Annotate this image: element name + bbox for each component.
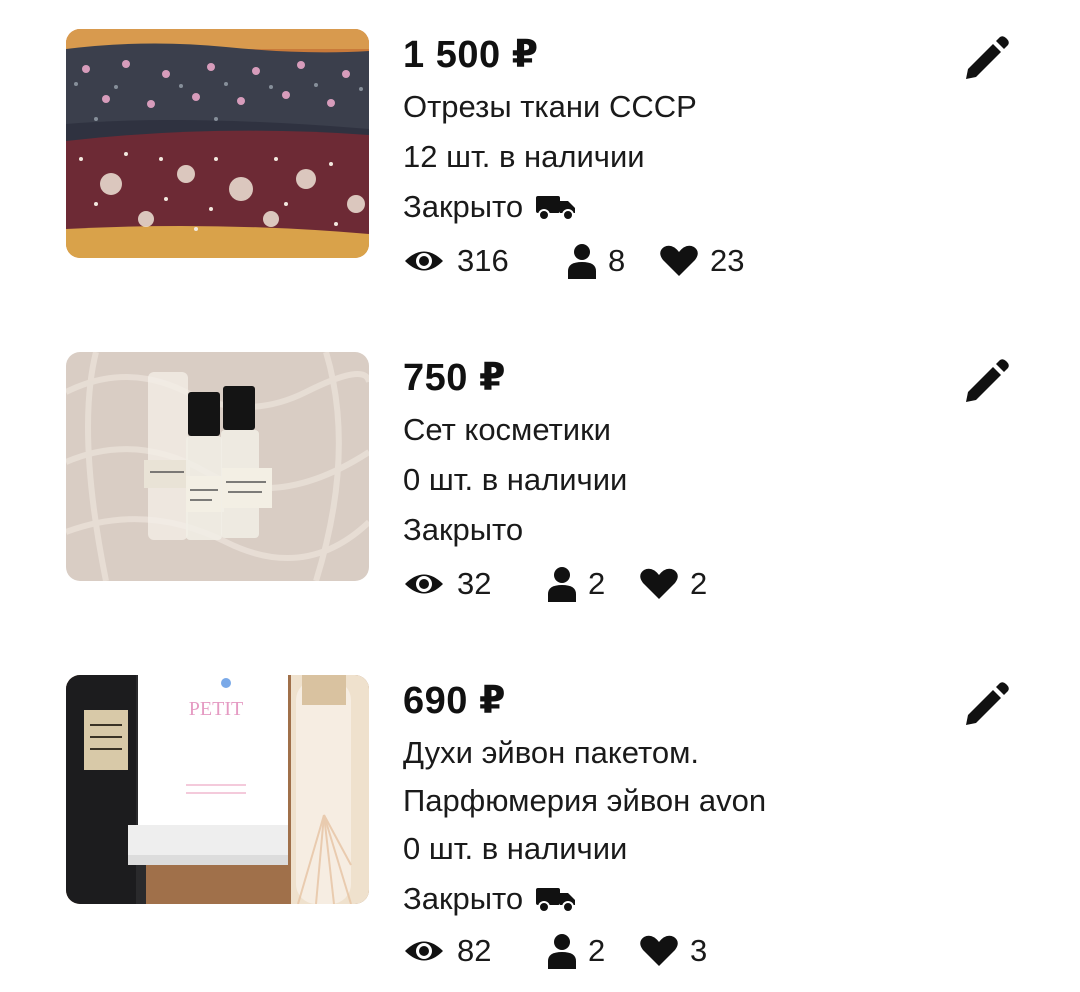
fabric-photo (66, 29, 369, 258)
listing-info: 750 ₽ Сет косметики 0 шт. в наличии Закр… (403, 352, 923, 602)
views-stat: 82 (403, 933, 548, 969)
pencil-icon (966, 682, 1009, 725)
person-icon (548, 934, 576, 969)
favorites-count: 23 (710, 243, 745, 278)
listing-info: 690 ₽ Духи эйвон пакетом. Парфюмерия эйв… (403, 675, 923, 969)
contacts-count: 2 (588, 933, 606, 968)
listing-price: 750 ₽ (403, 357, 506, 399)
truck-icon (536, 196, 576, 221)
listing-status: Закрыто (403, 512, 923, 548)
contacts-count: 8 (608, 243, 626, 278)
svg-text:PETIT: PETIT (189, 698, 243, 720)
listing-title: Сет косметики (403, 412, 611, 447)
contacts-stat: 2 (548, 566, 640, 602)
listing-status-text: Закрыто (403, 189, 524, 224)
favorites-count: 3 (690, 933, 708, 968)
listing-stats: 316 8 23 (403, 243, 923, 279)
listing-status-text: Закрыто (403, 512, 524, 547)
heart-icon (660, 245, 698, 276)
listing-thumbnail[interactable]: PETIT (66, 675, 369, 904)
person-icon (548, 567, 576, 602)
edit-button[interactable] (962, 33, 1012, 83)
favorites-stat: 3 (640, 933, 707, 969)
listing-stock: 0 шт. в наличии (403, 462, 628, 497)
eye-icon (405, 251, 443, 271)
listing-price: 1 500 ₽ (403, 34, 539, 76)
views-count: 316 (457, 243, 509, 278)
edit-button[interactable] (962, 356, 1012, 406)
perfume-samples-photo (66, 352, 369, 581)
contacts-stat: 8 (568, 243, 660, 279)
favorites-count: 2 (690, 566, 708, 601)
listing-title: Отрезы ткани СССР (403, 89, 697, 124)
listing-stock: 0 шт. в наличии (403, 831, 628, 866)
views-count: 32 (457, 566, 492, 601)
listing-thumbnail[interactable] (66, 29, 369, 258)
contacts-stat: 2 (548, 933, 640, 969)
listing-status: Закрыто (403, 189, 923, 225)
listing-title-line-2: Парфюмерия эйвон avon (403, 783, 767, 818)
listing-status: Закрыто (403, 881, 923, 917)
eye-icon (405, 574, 443, 594)
avon-perfume-photo: PETIT (66, 675, 369, 904)
views-count: 82 (457, 933, 492, 968)
truck-icon (536, 888, 576, 913)
listing-stats: 32 2 2 (403, 566, 923, 602)
person-icon (568, 244, 596, 279)
listing-thumbnail[interactable] (66, 352, 369, 581)
listing-info: 1 500 ₽ Отрезы ткани СССР 12 шт. в налич… (403, 29, 923, 279)
listing-title: Духи эйвон пакетом. (403, 735, 699, 770)
listing-price: 690 ₽ (403, 680, 506, 722)
pencil-icon (966, 359, 1009, 402)
views-stat: 32 (403, 566, 548, 602)
favorites-stat: 2 (640, 566, 707, 602)
listing-status-text: Закрыто (403, 881, 524, 916)
listing-stats: 82 2 3 (403, 933, 923, 969)
views-stat: 316 (403, 243, 568, 279)
edit-button[interactable] (962, 679, 1012, 729)
listing-stock: 12 шт. в наличии (403, 139, 645, 174)
heart-icon (640, 568, 678, 599)
pencil-icon (966, 36, 1009, 79)
contacts-count: 2 (588, 566, 606, 601)
heart-icon (640, 935, 678, 966)
favorites-stat: 23 (660, 243, 744, 279)
eye-icon (405, 941, 443, 961)
